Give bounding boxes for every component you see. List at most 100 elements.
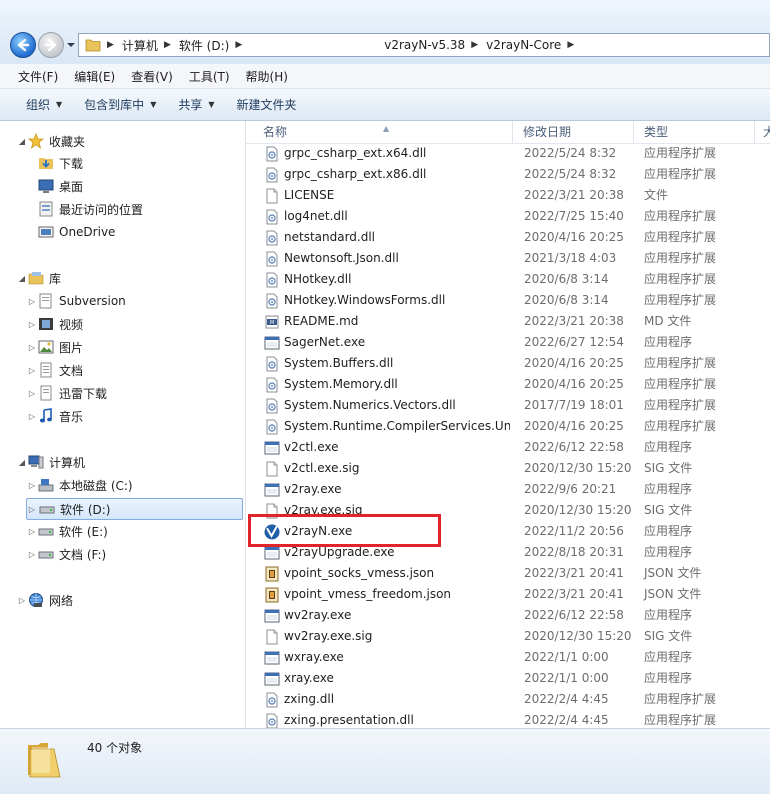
file-modified-date: 2022/9/6 20:21 [524,482,617,496]
file-row[interactable]: SagerNet.exe 2022/6/27 12:54 应用程序 [246,332,770,353]
collapsed-arrow-icon[interactable]: ▷ [28,481,36,490]
collapsed-arrow-icon[interactable]: ▷ [28,527,36,536]
nav-drive-d[interactable]: ▷ 软件 (D:) [26,498,243,520]
new-folder-button[interactable]: 新建文件夹 [229,89,305,120]
nav-videos[interactable]: ▷ 视频 [28,314,83,334]
collapsed-arrow-icon[interactable]: ▷ [28,505,36,514]
breadcrumb-separator-icon[interactable]: ▶ [235,40,242,50]
breadcrumb-drive-d[interactable]: 软件 (D:) ▶ [179,34,250,56]
expand-arrow-icon[interactable]: ◢ [18,137,26,146]
file-row[interactable]: vpoint_vmess_freedom.json 2022/3/21 20:41… [246,584,770,605]
nav-pictures[interactable]: ▷ 图片 [28,337,83,357]
expand-arrow-icon[interactable]: ◢ [18,274,26,283]
file-row[interactable]: grpc_csharp_ext.x64.dll 2022/5/24 8:32 应用程… [246,143,770,164]
file-row[interactable]: System.Memory.dll 2020/4/16 20:25 应用程序扩展 [246,374,770,395]
expand-arrow-icon[interactable]: ◢ [18,458,26,467]
menu-view[interactable]: 查看(V) [131,68,173,85]
dll-icon [264,356,280,372]
file-row[interactable]: v2ray.exe.sig 2020/12/30 15:20 SIG 文件 [246,500,770,521]
details-pane: 40 个对象 [0,728,770,794]
file-row[interactable]: v2ctl.exe.sig 2020/12/30 15:20 SIG 文件 [246,458,770,479]
file-row[interactable]: System.Runtime.CompilerServices.Un... 202… [246,416,770,437]
breadcrumb-separator-icon[interactable]: ▶ [567,40,574,50]
file-row[interactable]: v2ctl.exe 2022/6/12 22:58 应用程序 [246,437,770,458]
file-row[interactable]: M README.md 2022/3/21 20:38 MD 文件 [246,311,770,332]
dll-icon [264,293,280,309]
file-modified-date: 2020/12/30 15:20 [524,461,632,475]
nav-subversion[interactable]: ▷ Subversion [28,291,126,311]
blank-file-icon [264,461,280,477]
file-row[interactable]: NHotkey.dll 2020/6/8 3:14 应用程序扩展 [246,269,770,290]
nav-music[interactable]: ▷ 音乐 [28,406,83,426]
breadcrumb-v2rayn-version[interactable]: v2rayN-v5.38 ▶ [384,34,486,56]
include-in-library-button[interactable]: 包含到库中 ▼ [76,89,164,120]
nav-xunlei-downloads[interactable]: ▷ 迅雷下载 [28,383,107,403]
share-button[interactable]: 共享 ▼ [170,89,222,120]
nav-libraries[interactable]: ◢ 库 [18,268,61,288]
address-bar[interactable]: ▶ 计算机 ▶ 软件 (D:) ▶ v2rayN-v5.38 ▶ v2rayN-Cor… [78,33,770,57]
file-row[interactable]: xray.exe 2022/1/1 0:00 应用程序 [246,668,770,689]
forward-button[interactable] [38,32,64,58]
column-header-date[interactable]: 修改日期 [513,121,634,143]
collapsed-arrow-icon[interactable]: ▷ [28,366,36,375]
nav-drive-c[interactable]: ▷ 本地磁盘 (C:) [28,475,133,495]
file-modified-date: 2021/3/18 4:03 [524,251,617,265]
collapsed-arrow-icon[interactable]: ▷ [28,550,36,559]
file-row[interactable]: log4net.dll 2022/7/25 15:40 应用程序扩展 [246,206,770,227]
nav-downloads[interactable]: 下载 [38,153,83,173]
file-type: SIG 文件 [644,461,693,475]
file-row[interactable]: wv2ray.exe 2022/6/12 22:58 应用程序 [246,605,770,626]
organize-button[interactable]: 组织 ▼ [18,89,70,120]
breadcrumb-separator-icon[interactable]: ▶ [471,40,478,50]
collapsed-arrow-icon[interactable]: ▷ [28,412,36,421]
file-row[interactable]: NHotkey.WindowsForms.dll 2020/6/8 3:14 应用程… [246,290,770,311]
file-row[interactable]: LICENSE 2022/3/21 20:38 文件 [246,185,770,206]
nav-drive-f[interactable]: ▷ 文档 (F:) [28,544,106,564]
file-modified-date: 2020/4/16 20:25 [524,356,624,370]
menu-help[interactable]: 帮助(H) [246,68,288,85]
file-row[interactable]: System.Numerics.Vectors.dll 2017/7/19 18:… [246,395,770,416]
nav-documents[interactable]: ▷ 文档 [28,360,83,380]
recent-pages-dropdown[interactable] [66,40,76,50]
file-row[interactable]: Newtonsoft.Json.dll 2021/3/18 4:03 应用程序扩展 [246,248,770,269]
collapsed-arrow-icon[interactable]: ▷ [18,596,26,605]
nav-favorites[interactable]: ◢ 收藏夹 [18,131,85,151]
file-row[interactable]: wxray.exe 2022/1/1 0:00 应用程序 [246,647,770,668]
nav-desktop[interactable]: 桌面 [38,176,83,196]
column-header-size[interactable]: 大 [755,121,770,143]
file-row[interactable]: System.Buffers.dll 2020/4/16 20:25 应用程序扩展 [246,353,770,374]
nav-recent-places[interactable]: 最近访问的位置 [38,199,143,219]
breadcrumb-v2rayn-core[interactable]: v2rayN-Core ▶ [486,34,582,56]
column-header-name[interactable]: 名称 ▲ [246,121,513,143]
file-row[interactable]: zxing.dll 2022/2/4 4:45 应用程序扩展 [246,689,770,710]
menu-file[interactable]: 文件(F) [18,68,58,85]
file-type: 应用程序扩展 [644,251,717,265]
menu-tools[interactable]: 工具(T) [189,68,230,85]
nav-drive-e[interactable]: ▷ 软件 (E:) [28,521,108,541]
nav-computer[interactable]: ◢ 计算机 [18,452,85,472]
breadcrumb-computer[interactable]: 计算机 ▶ [122,34,179,56]
file-type: 应用程序扩展 [644,377,717,391]
nav-onedrive[interactable]: OneDrive [38,222,115,242]
file-row[interactable]: v2rayN.exe 2022/11/2 20:56 应用程序 [246,521,770,542]
file-row[interactable]: netstandard.dll 2020/4/16 20:25 应用程序扩展 [246,227,770,248]
file-modified-date: 2022/3/21 20:41 [524,587,624,601]
menu-edit[interactable]: 编辑(E) [74,68,115,85]
collapsed-arrow-icon[interactable]: ▷ [28,389,36,398]
file-row[interactable]: vpoint_socks_vmess.json 2022/3/21 20:41 JS… [246,563,770,584]
nav-network[interactable]: ▷ 网络 [18,590,73,610]
collapsed-arrow-icon[interactable]: ▷ [28,297,36,306]
file-row[interactable]: v2ray.exe 2022/9/6 20:21 应用程序 [246,479,770,500]
file-row[interactable]: v2rayUpgrade.exe 2022/8/18 20:31 应用程序 [246,542,770,563]
file-row[interactable]: zxing.presentation.dll 2022/2/4 4:45 应用程序扩… [246,710,770,728]
collapsed-arrow-icon[interactable]: ▷ [28,343,36,352]
exe-icon [264,545,280,561]
breadcrumb-separator-icon[interactable]: ▶ [164,40,171,50]
column-header-type[interactable]: 类型 [634,121,755,143]
breadcrumb-separator-icon[interactable]: ▶ [107,40,114,50]
document-library-icon [39,293,52,309]
file-row[interactable]: wv2ray.exe.sig 2020/12/30 15:20 SIG 文件 [246,626,770,647]
back-button[interactable] [10,32,36,58]
collapsed-arrow-icon[interactable]: ▷ [28,320,36,329]
file-row[interactable]: grpc_csharp_ext.x86.dll 2022/5/24 8:32 应用程… [246,164,770,185]
